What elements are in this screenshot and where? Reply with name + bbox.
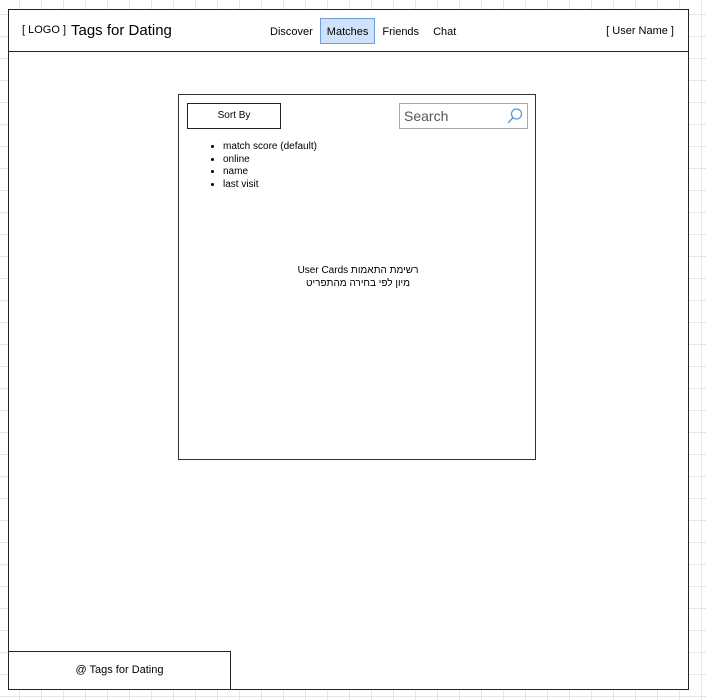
user-name-menu[interactable]: [ User Name ] bbox=[606, 25, 674, 37]
user-cards-placeholder-line-1: רשימת התאמות User Cards bbox=[297, 265, 419, 276]
logo[interactable]: [ LOGO ] bbox=[22, 24, 66, 36]
nav-chat[interactable]: Chat bbox=[426, 18, 463, 44]
sort-option-name[interactable]: name bbox=[223, 166, 317, 179]
search-icon[interactable] bbox=[506, 107, 524, 125]
nav-matches[interactable]: Matches bbox=[319, 18, 376, 44]
site-title[interactable]: Tags for Dating bbox=[71, 22, 172, 39]
sort-by-button[interactable]: Sort By bbox=[187, 103, 281, 129]
nav-friends[interactable]: Friends bbox=[375, 18, 426, 44]
sort-option-last-visit[interactable]: last visit bbox=[223, 179, 317, 192]
nav-discover[interactable]: Discover bbox=[263, 18, 320, 44]
header: [ LOGO ] Tags for Dating Discover Matche… bbox=[9, 10, 688, 52]
sort-option-match-score[interactable]: match score (default) bbox=[223, 141, 317, 154]
sort-options-list: match score (default) online name last v… bbox=[201, 141, 317, 191]
footer-text: @ Tags for Dating bbox=[75, 664, 164, 676]
footer: @ Tags for Dating bbox=[9, 651, 231, 689]
search-input[interactable] bbox=[400, 104, 512, 128]
matches-panel: Sort By match score (default) online nam… bbox=[178, 94, 536, 460]
page-frame: [ LOGO ] Tags for Dating Discover Matche… bbox=[8, 9, 689, 690]
main-nav: Discover Matches Friends Chat bbox=[263, 18, 463, 44]
user-cards-placeholder: רשימת התאמות User Cards מיון לפי בחירה מ… bbox=[179, 265, 537, 290]
search-box bbox=[399, 103, 528, 129]
user-cards-placeholder-line-2: מיון לפי בחירה מהתפריט bbox=[305, 277, 411, 289]
sort-option-online[interactable]: online bbox=[223, 154, 317, 167]
